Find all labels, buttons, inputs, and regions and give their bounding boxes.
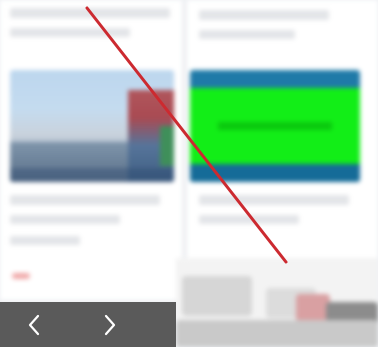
chevron-left-icon xyxy=(28,314,40,335)
subtitle-placeholder xyxy=(199,30,295,39)
next-button[interactable] xyxy=(90,302,130,347)
thumbnail-left[interactable] xyxy=(10,70,174,182)
text-placeholder xyxy=(10,195,160,205)
subtitle-placeholder xyxy=(10,28,130,37)
preview-shape xyxy=(182,276,252,316)
red-indicator xyxy=(12,273,30,279)
thumbnail-accent xyxy=(160,126,174,166)
thumbnail-bottom-strip xyxy=(190,164,360,182)
text-placeholder xyxy=(10,215,120,224)
thumbnail-bar xyxy=(10,168,174,182)
thumbnail-stripe xyxy=(218,122,332,130)
blurred-content xyxy=(0,0,378,347)
text-placeholder xyxy=(10,236,80,245)
thumbnail-right[interactable] xyxy=(190,70,360,182)
title-placeholder xyxy=(10,8,170,18)
bottom-preview-panel xyxy=(176,258,378,347)
preview-shape xyxy=(176,320,378,347)
chevron-right-icon xyxy=(104,314,116,335)
text-placeholder xyxy=(199,195,349,205)
text-placeholder xyxy=(199,215,299,224)
title-placeholder xyxy=(199,10,329,20)
preview-shape xyxy=(296,294,330,322)
previous-button[interactable] xyxy=(14,302,54,347)
